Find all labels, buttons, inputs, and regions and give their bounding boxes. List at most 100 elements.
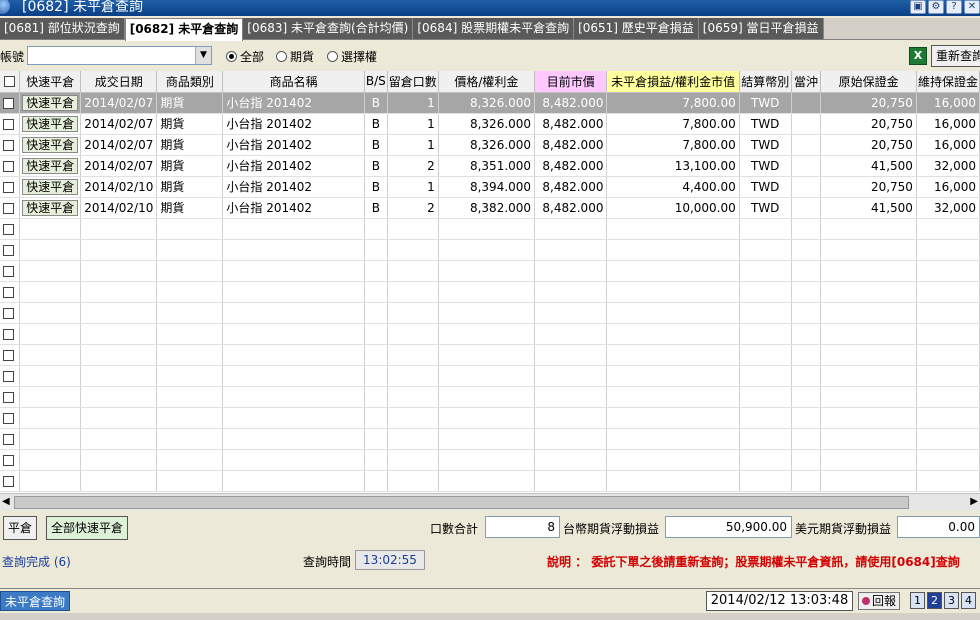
- chevron-down-icon[interactable]: ▼: [195, 47, 211, 64]
- select-all-checkbox[interactable]: [0, 71, 21, 93]
- table-cell: 7,800.00: [606, 92, 740, 114]
- table-cell: TWD: [739, 92, 792, 114]
- row-checkbox[interactable]: [0, 176, 21, 198]
- row-checkbox[interactable]: [0, 407, 21, 429]
- close-all-button[interactable]: 全部快速平倉: [46, 516, 128, 540]
- quick-close-button[interactable]: 快速平倉: [22, 94, 79, 111]
- tab-0[interactable]: [0681] 部位狀況查詢: [0, 18, 125, 39]
- row-checkbox[interactable]: [0, 218, 21, 240]
- row-checkbox[interactable]: [0, 323, 21, 345]
- row-checkbox[interactable]: [0, 155, 21, 177]
- empty-row: [0, 470, 980, 492]
- radio-futures-dot[interactable]: [276, 51, 287, 62]
- tab-4[interactable]: [0651] 歷史平倉損益: [574, 18, 699, 39]
- account-select[interactable]: ▼: [27, 46, 212, 65]
- table-cell: 41,500: [820, 155, 917, 177]
- radio-options[interactable]: 選擇權: [327, 48, 377, 65]
- table-row[interactable]: 快速平倉 2014/02/07 期貨 小台指 201402 B 1 8,326.000 8,4…: [0, 92, 980, 114]
- table-cell: 小台指 201402: [222, 92, 365, 114]
- column-header-3[interactable]: 商品名稱: [222, 71, 365, 93]
- table-cell: [791, 197, 822, 219]
- close-icon[interactable]: ✕: [964, 0, 980, 14]
- radio-all-dot[interactable]: [226, 51, 237, 62]
- close-position-button[interactable]: 平倉: [3, 516, 37, 540]
- row-checkbox[interactable]: [0, 281, 21, 303]
- table-cell: [791, 113, 822, 135]
- empty-row: [0, 407, 980, 429]
- page-button-1[interactable]: 1: [910, 592, 925, 609]
- radio-all[interactable]: 全部: [226, 48, 264, 65]
- column-header-0[interactable]: 快速平倉: [19, 71, 82, 93]
- column-header-12[interactable]: 維持保證金: [916, 71, 980, 93]
- footer-tab[interactable]: 未平倉查詢: [0, 591, 71, 611]
- excel-icon[interactable]: X: [909, 47, 927, 65]
- table-cell: 8,326.000: [438, 92, 536, 114]
- row-checkbox[interactable]: [0, 365, 21, 387]
- row-checkbox[interactable]: [0, 302, 21, 324]
- settings-icon[interactable]: ⚙: [928, 0, 944, 14]
- table-row[interactable]: 快速平倉 2014/02/10 期貨 小台指 201402 B 2 8,382.000 8,4…: [0, 197, 980, 219]
- table-cell: 8,482.000: [534, 155, 608, 177]
- row-checkbox[interactable]: [0, 344, 21, 366]
- scroll-left-icon[interactable]: ◀: [2, 496, 10, 507]
- tab-1[interactable]: [0682] 未平倉查詢: [124, 18, 244, 41]
- column-header-7[interactable]: 目前市價: [534, 71, 608, 93]
- window-title: [0682] 未平倉查詢: [22, 0, 144, 15]
- column-header-1[interactable]: 成交日期: [80, 71, 158, 93]
- row-checkbox[interactable]: [0, 134, 21, 156]
- quick-close-button[interactable]: 快速平倉: [22, 199, 79, 216]
- column-header-6[interactable]: 價格/權利金: [438, 71, 536, 93]
- quick-close-button[interactable]: 快速平倉: [22, 115, 79, 132]
- column-header-11[interactable]: 原始保證金: [820, 71, 917, 93]
- table-row[interactable]: 快速平倉 2014/02/07 期貨 小台指 201402 B 2 8,351.000 8,4…: [0, 155, 980, 177]
- row-checkbox[interactable]: [0, 113, 21, 135]
- positions-grid: 快速平倉 成交日期 商品類別 商品名稱 B/S 留倉口數 價格/權利金 目前市價 未平倉損益/權…: [0, 71, 980, 493]
- page-button-4[interactable]: 4: [961, 592, 976, 609]
- requery-button[interactable]: 重新查詢: [931, 45, 980, 67]
- scroll-thumb[interactable]: [14, 496, 909, 509]
- row-checkbox[interactable]: [0, 386, 21, 408]
- table-row[interactable]: 快速平倉 2014/02/07 期貨 小台指 201402 B 1 8,326.000 8,4…: [0, 134, 980, 156]
- horizontal-scrollbar[interactable]: ◀ ▶: [0, 493, 980, 511]
- usd-float-value: 0.00: [897, 516, 980, 538]
- tab-3[interactable]: [0684] 股票期權未平倉查詢: [413, 18, 575, 39]
- row-checkbox[interactable]: [0, 92, 21, 114]
- table-cell: 小台指 201402: [222, 176, 365, 198]
- scroll-right-icon[interactable]: ▶: [970, 496, 978, 507]
- table-cell: 小台指 201402: [222, 134, 365, 156]
- column-header-9[interactable]: 結算幣別: [739, 71, 792, 93]
- radio-options-dot[interactable]: [327, 51, 338, 62]
- quick-close-button[interactable]: 快速平倉: [22, 136, 79, 153]
- radio-futures[interactable]: 期貨: [276, 48, 314, 65]
- column-header-5[interactable]: 留倉口數: [387, 71, 439, 93]
- row-checkbox[interactable]: [0, 260, 21, 282]
- return-button[interactable]: 回報: [858, 592, 901, 610]
- restore-icon[interactable]: ▣: [910, 0, 926, 14]
- page-button-2[interactable]: 2: [927, 592, 942, 609]
- tab-5[interactable]: [0659] 當日平倉損益: [698, 18, 824, 39]
- column-header-4[interactable]: B/S: [364, 71, 388, 93]
- table-cell: 16,000: [916, 92, 980, 114]
- help-icon[interactable]: ?: [946, 0, 962, 14]
- column-header-8[interactable]: 未平倉損益/權利金市值: [606, 71, 740, 93]
- quick-close-button[interactable]: 快速平倉: [22, 157, 79, 174]
- row-checkbox[interactable]: [0, 470, 21, 492]
- tab-2[interactable]: [0683] 未平倉查詢(合計均價): [243, 18, 414, 39]
- column-header-10[interactable]: 當沖: [791, 71, 822, 93]
- qty-total-label: 口數合計: [430, 522, 479, 536]
- page-button-3[interactable]: 3: [944, 592, 959, 609]
- row-checkbox[interactable]: [0, 239, 21, 261]
- table-row[interactable]: 快速平倉 2014/02/07 期貨 小台指 201402 B 1 8,326.000 8,4…: [0, 113, 980, 135]
- row-checkbox[interactable]: [0, 197, 21, 219]
- row-checkbox[interactable]: [0, 449, 21, 471]
- table-cell: 16,000: [916, 134, 980, 156]
- table-row[interactable]: 快速平倉 2014/02/10 期貨 小台指 201402 B 1 8,394.000 8,4…: [0, 176, 980, 198]
- row-checkbox[interactable]: [0, 428, 21, 450]
- table-cell: [791, 176, 822, 198]
- empty-row: [0, 428, 980, 450]
- table-cell: 期貨: [156, 155, 224, 177]
- twd-float-value: 50,900.00: [665, 516, 792, 538]
- empty-row: [0, 281, 980, 303]
- quick-close-button[interactable]: 快速平倉: [22, 178, 79, 195]
- column-header-2[interactable]: 商品類別: [156, 71, 224, 93]
